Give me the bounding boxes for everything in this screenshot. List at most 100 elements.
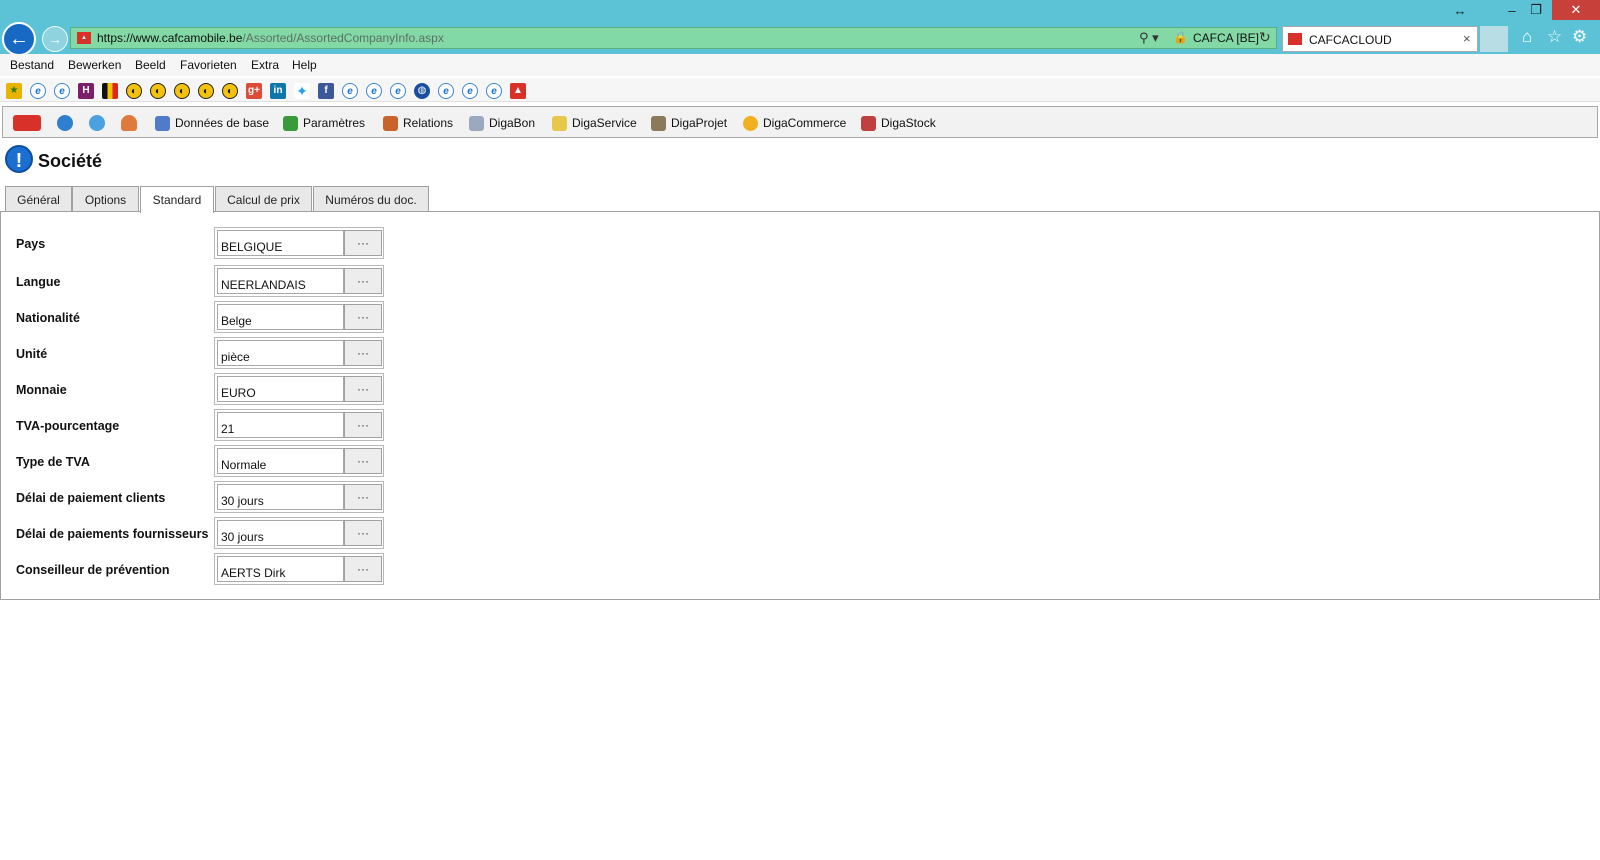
monnaie-lookup-button[interactable]: ··· [344, 376, 382, 402]
relations-icon [383, 115, 398, 131]
globe-user-icon[interactable] [57, 115, 73, 131]
menu-help[interactable]: Help [292, 58, 317, 72]
twitter-icon[interactable]: ✦ [294, 83, 310, 99]
type-de-tva-input[interactable]: Normale [217, 448, 344, 474]
toolbar-parametres[interactable]: Paramètres [283, 115, 365, 131]
menu-bewerken[interactable]: Bewerken [68, 58, 121, 72]
label-delai-paiements-fournisseurs: Délai de paiements fournisseurs [16, 527, 209, 541]
sync-icon[interactable] [89, 115, 105, 131]
toolbar-digacommerce[interactable]: DigaCommerce [743, 115, 846, 131]
ie-favorite-icon[interactable]: e [390, 83, 406, 99]
nationalite-lookup-button[interactable]: ··· [344, 304, 382, 330]
globe-icon[interactable]: ◍ [414, 83, 430, 99]
langue-value: NEERLANDAIS [221, 278, 306, 292]
toolbar-digaservice[interactable]: DigaService [552, 115, 637, 131]
page-title: Société [38, 151, 103, 171]
cafca-favorite-icon[interactable]: ▲ [510, 83, 526, 99]
ie-favorite-icon[interactable]: e [54, 83, 70, 99]
resize-icon[interactable]: ↔ [1446, 0, 1474, 20]
lock-icon[interactable]: 🔒 [1173, 30, 1188, 44]
delai-paiement-clients-lookup-button[interactable]: ··· [344, 484, 382, 510]
back-button[interactable]: ← [2, 22, 36, 56]
site-identity[interactable]: CAFCA [BE] [1193, 31, 1259, 45]
menu-beeld[interactable]: Beeld [135, 58, 166, 72]
google-plus-icon[interactable]: g+ [246, 83, 262, 99]
belgium-flag-icon[interactable] [102, 83, 118, 99]
tab-calcul-de-prix[interactable]: Calcul de prix [215, 186, 312, 212]
address-url[interactable]: https://www.cafcamobile.be/Assorted/Asso… [97, 31, 444, 45]
tab-numeros-du-doc[interactable]: Numéros du doc. [313, 186, 429, 212]
toolbar-relations[interactable]: Relations [383, 115, 453, 131]
search-icon[interactable]: ⚲ ▾ [1139, 30, 1159, 46]
tva-pourcentage-lookup-button[interactable]: ··· [344, 412, 382, 438]
browser-tab[interactable]: CAFCACLOUD × [1282, 26, 1478, 52]
yellow-favorite-icon[interactable]: ◐ [150, 83, 166, 99]
forward-button[interactable]: → [42, 26, 68, 52]
menu-extra[interactable]: Extra [251, 58, 279, 72]
cafca-logo-icon[interactable] [13, 115, 41, 131]
ie-favorite-icon[interactable]: e [486, 83, 502, 99]
conseilleur-de-prevention-lookup-button[interactable]: ··· [344, 556, 382, 582]
toolbar-digastock[interactable]: DigaStock [861, 115, 936, 131]
unite-input[interactable]: pièce [217, 340, 344, 366]
langue-lookup-button[interactable]: ··· [344, 268, 382, 294]
tab-standard[interactable]: Standard [140, 186, 214, 213]
toolbar-digabon[interactable]: DigaBon [469, 115, 535, 131]
h-favorite-icon[interactable]: H [78, 83, 94, 99]
pays-input[interactable]: BELGIQUE [217, 230, 344, 256]
monnaie-input[interactable]: EURO [217, 376, 344, 402]
new-tab-button[interactable] [1480, 26, 1508, 52]
refresh-icon[interactable]: ↻ [1259, 29, 1271, 46]
add-favorite-icon[interactable]: ★ [6, 83, 22, 99]
yellow-favorite-icon[interactable]: ◐ [126, 83, 142, 99]
field-unite: pièce ··· [214, 337, 384, 369]
menu-favorieten[interactable]: Favorieten [180, 58, 237, 72]
tab-general[interactable]: Général [5, 186, 72, 212]
gear-icon[interactable]: ⚙ [1572, 27, 1587, 47]
toolbar-digaprojet[interactable]: DigaProjet [651, 115, 727, 131]
standard-panel: Pays BELGIQUE ··· Langue NEERLANDAIS ···… [0, 211, 1600, 600]
field-monnaie: EURO ··· [214, 373, 384, 405]
delai-paiement-clients-input[interactable]: 30 jours [217, 484, 344, 510]
nationalite-input[interactable]: Belge [217, 304, 344, 330]
linkedin-icon[interactable]: in [270, 83, 286, 99]
restore-button[interactable]: ❐ [1522, 0, 1550, 20]
facebook-icon[interactable]: f [318, 83, 334, 99]
label-tva-pourcentage: TVA-pourcentage [16, 419, 120, 433]
yellow-favorite-icon[interactable]: ◐ [222, 83, 238, 99]
user-icon[interactable] [121, 115, 137, 131]
app-toolbar: Données de base Paramètres Relations Dig… [2, 106, 1598, 138]
label-langue: Langue [16, 275, 61, 289]
delai-paiements-fournisseurs-lookup-button[interactable]: ··· [344, 520, 382, 546]
menu-bestand[interactable]: Bestand [10, 58, 54, 72]
field-type-de-tva: Normale ··· [214, 445, 384, 477]
ie-favorite-icon[interactable]: e [366, 83, 382, 99]
yellow-favorite-icon[interactable]: ◐ [174, 83, 190, 99]
ie-favorite-icon[interactable]: e [438, 83, 454, 99]
langue-input[interactable]: NEERLANDAIS [217, 268, 344, 294]
star-icon[interactable]: ☆ [1547, 27, 1562, 47]
address-bar[interactable]: ▲ https://www.cafcamobile.be/Assorted/As… [70, 27, 1277, 49]
unite-value: pièce [221, 350, 250, 364]
site-favicon-icon: ▲ [77, 32, 91, 44]
ie-favorite-icon[interactable]: e [462, 83, 478, 99]
label-pays: Pays [16, 237, 46, 251]
tab-options[interactable]: Options [72, 186, 139, 212]
type-de-tva-lookup-button[interactable]: ··· [344, 448, 382, 474]
yellow-favorite-icon[interactable]: ◐ [198, 83, 214, 99]
ie-favorite-icon[interactable]: e [342, 83, 358, 99]
stock-icon [861, 115, 876, 131]
home-icon[interactable]: ⌂ [1522, 27, 1532, 47]
commerce-icon [743, 115, 758, 131]
ie-favorite-icon[interactable]: e [30, 83, 46, 99]
pays-lookup-button[interactable]: ··· [344, 230, 382, 256]
close-window-button[interactable]: ✕ [1552, 0, 1600, 20]
conseilleur-de-prevention-input[interactable]: AERTS Dirk [217, 556, 344, 582]
delai-paiements-fournisseurs-input[interactable]: 30 jours [217, 520, 344, 546]
field-delai-paiement-clients: 30 jours ··· [214, 481, 384, 513]
tab-close-icon[interactable]: × [1463, 31, 1471, 46]
unite-lookup-button[interactable]: ··· [344, 340, 382, 366]
field-tva-pourcentage: 21 ··· [214, 409, 384, 441]
toolbar-donnees-de-base[interactable]: Données de base [155, 115, 269, 131]
tva-pourcentage-input[interactable]: 21 [217, 412, 344, 438]
